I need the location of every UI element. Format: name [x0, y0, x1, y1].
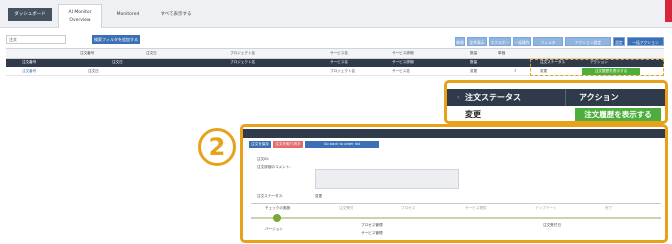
order-status-label: 注文ステータス: [257, 194, 284, 198]
bottom-label-version: バージョン [265, 227, 283, 231]
timeline-step-4: サービス提供 [465, 206, 487, 210]
zoom-action-header: アクション [579, 93, 619, 102]
cancel-order-button[interactable]: 注文を取り消す [273, 141, 303, 148]
chevron-right-icon: › [457, 94, 460, 101]
zoom-status-value: 変更 [465, 110, 481, 119]
zoom-view-history-button[interactable]: 注文履歴を表示する [575, 108, 661, 121]
col-order-date[interactable]: 注文日 [146, 51, 157, 56]
panel-title-bar [243, 129, 665, 138]
save-order-button[interactable]: 注文を保存 [249, 141, 271, 148]
col-service[interactable]: サービス名 [330, 51, 348, 56]
toolbar-settings-button[interactable]: 設定 [613, 37, 625, 46]
cell-service: サービス名 [392, 69, 410, 73]
col-order-no[interactable]: 注文番号 [80, 51, 94, 56]
tab-monitored[interactable]: Monitored [106, 8, 150, 21]
notification-flag-icon [665, 0, 672, 22]
bottom-label-service: サービス管理 [361, 231, 383, 235]
zoom-status-header: 注文ステータス [465, 93, 521, 102]
highlight-outline [530, 59, 664, 76]
toolbar-bulk-action-button[interactable]: 一括アクション [627, 37, 664, 46]
col-service-detail[interactable]: サービス詳細 [392, 51, 414, 56]
toolbar-new-button[interactable]: 新規 [455, 37, 465, 46]
cell-order-no[interactable]: 注文番号 [22, 69, 36, 74]
toolbar-showall-button[interactable]: 全件表示 [467, 37, 487, 46]
cell-project: プロジェクト名 [330, 69, 356, 73]
filter-service-detail[interactable]: サービス詳細 [392, 60, 414, 65]
add-filter-button[interactable]: 検索フィルタを追加する [92, 35, 140, 44]
order-status-value: 変更 [315, 194, 323, 198]
tab-dashboard[interactable]: ダッシュボード [8, 8, 52, 21]
col-quantity[interactable]: 数量 [470, 51, 477, 56]
tab-ai-monitor-label: AI Monitor [68, 10, 92, 15]
back-to-list-button[interactable]: Go back to order list [305, 141, 379, 148]
cell-price: 7 [514, 69, 517, 73]
tab-ai-monitor-sub: Overview [69, 18, 91, 23]
progress-timeline [251, 217, 661, 219]
col-project[interactable]: プロジェクト名 [230, 51, 255, 56]
order-id-label: 注文ID: [257, 157, 270, 161]
timeline-step-1: チェックの実施 [265, 206, 291, 210]
bottom-label-received: 注文受付日 [543, 223, 561, 227]
filter-project[interactable]: プロジェクト名 [230, 60, 255, 65]
order-comment-label: 注文詳細のコメント: [257, 165, 291, 169]
cell-quantity: 変更 [470, 69, 478, 73]
toolbar-action-settings-button[interactable]: アクション設定 [565, 37, 611, 46]
step-number-badge: 2 [198, 128, 236, 166]
filter-order-date[interactable]: 注文日 [112, 60, 123, 65]
panel-divider [251, 203, 661, 204]
filter-service[interactable]: サービス名 [330, 60, 348, 65]
toolbar-bulk-button[interactable]: 一括操作 [513, 37, 531, 46]
filter-quantity[interactable]: 数量 [470, 60, 477, 65]
filter-order-no[interactable]: 注文番号 [22, 60, 36, 65]
col-price[interactable]: 単価 [498, 51, 505, 56]
zoom-divider [565, 89, 566, 106]
tab-ai-monitor[interactable]: AI Monitor Overview [58, 4, 102, 28]
bottom-label-process: プロセス管理 [361, 223, 383, 227]
toolbar-export-button[interactable]: エクスポート [489, 37, 511, 54]
order-comment-field[interactable] [315, 169, 459, 189]
timeline-step-6: 完了 [605, 206, 613, 210]
cell-order-date: 注文日 [88, 69, 99, 73]
order-detail-panel: 注文を保存 注文を取り消す Go back to order list 注文ID… [240, 124, 668, 243]
timeline-step-5: アップデート [535, 206, 557, 210]
search-input[interactable]: 注文 [6, 35, 66, 44]
toolbar-filter-button[interactable]: フィルタ [533, 37, 563, 46]
timeline-current-dot [273, 214, 281, 222]
zoom-callout: › 注文ステータス アクション 変更 注文履歴を表示する [444, 80, 668, 124]
tab-show-all[interactable]: すべて表示する [152, 8, 200, 21]
timeline-step-2: 注文受付 [339, 206, 354, 210]
timeline-step-3: プロセス [401, 206, 416, 210]
